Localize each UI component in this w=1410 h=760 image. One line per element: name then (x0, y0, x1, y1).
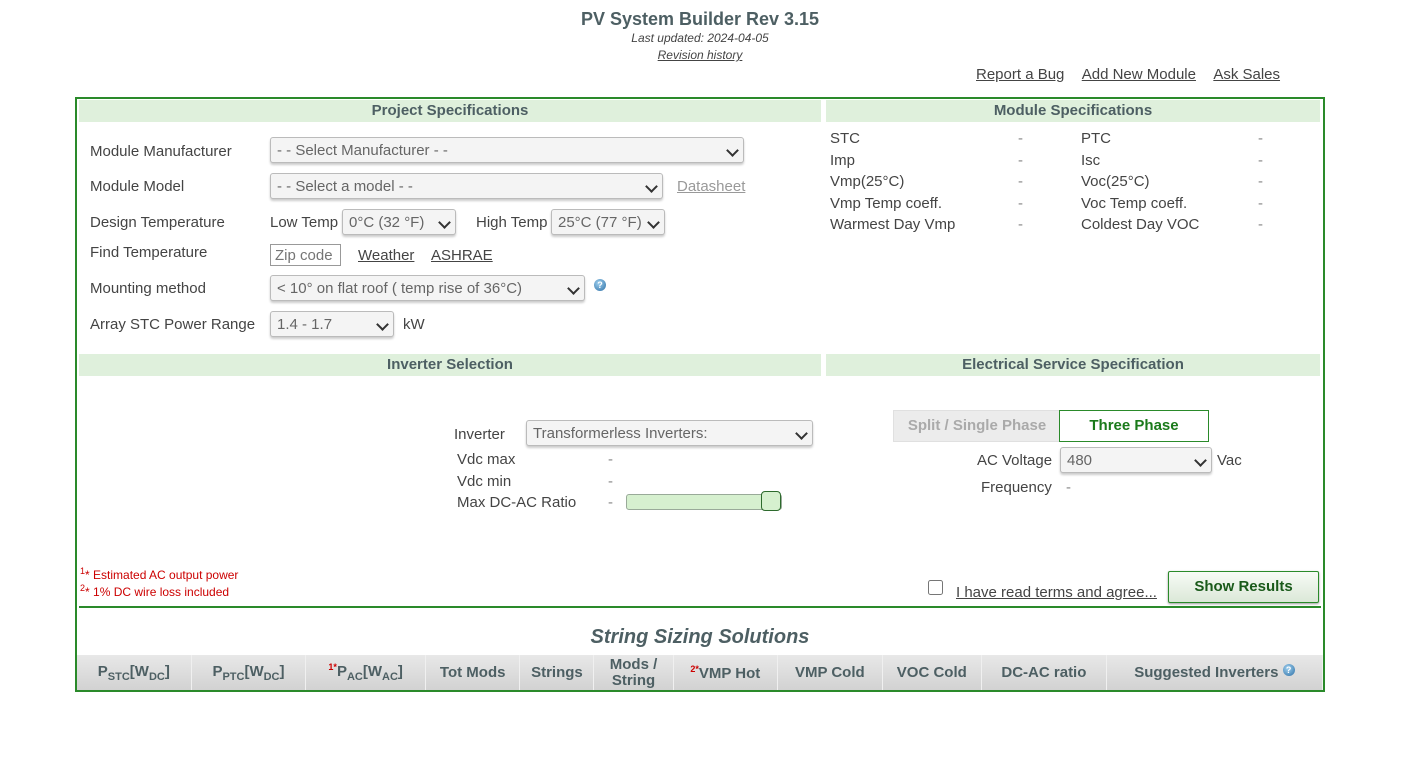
manufacturer-value: - - Select Manufacturer - - (277, 142, 448, 159)
note-2: 2* 1% DC wire loss included (80, 583, 230, 599)
spec-vmp-coeff: Vmp Temp coeff. - (830, 195, 1023, 212)
col-strings[interactable]: Strings (519, 655, 595, 690)
col-tot-mods[interactable]: Tot Mods (425, 655, 521, 690)
frequency-value: - (1066, 479, 1071, 496)
inverter-title: Inverter Selection (79, 354, 821, 376)
note-1: 1* Estimated AC output power (80, 566, 239, 582)
spec-warmest-vmp: Warmest Day Vmp - (830, 216, 1023, 233)
frequency-label: Frequency (981, 479, 1052, 496)
datasheet-link[interactable]: Datasheet (677, 178, 745, 195)
vdc-min-label: Vdc min (457, 473, 512, 490)
inverter-value: Transformerless Inverters: (533, 425, 708, 442)
mounting-value: < 10° on flat roof ( temp rise of 36°C) (277, 280, 523, 297)
terms-link[interactable]: I have read terms and agree... (956, 584, 1157, 601)
col-mods-string[interactable]: Mods / String (593, 655, 674, 690)
inverter-select[interactable]: Transformerless Inverters: (526, 420, 813, 446)
high-temp-label: High Temp (476, 214, 548, 231)
power-range-value: 1.4 - 1.7 (277, 316, 333, 333)
chevron-down-icon (797, 421, 806, 447)
find-temp-label: Find Temperature (90, 244, 208, 261)
col-dc-ac-ratio[interactable]: DC-AC ratio (981, 655, 1107, 690)
zip-code-input[interactable] (270, 244, 341, 266)
spec-vmp: Vmp(25°C) - (830, 173, 1023, 190)
results-table-header: PSTC[WDC] PPTC[WDC] 1*PAC[WAC] Tot Mods … (77, 655, 1324, 690)
revision-history-wrap: Revision history (0, 48, 1400, 62)
spec-stc: STC - (830, 130, 1023, 147)
vdc-max-label: Vdc max (457, 451, 516, 468)
model-label: Module Model (90, 178, 185, 195)
model-value: - - Select a model - - (277, 178, 413, 195)
ashrae-link[interactable]: ASHRAE (431, 247, 493, 264)
chevron-down-icon (440, 210, 449, 236)
chevron-down-icon (569, 276, 578, 302)
spec-isc: Isc - (1081, 152, 1263, 169)
model-select[interactable]: - - Select a model - - (270, 173, 663, 199)
low-temp-label: Low Temp (270, 214, 339, 231)
low-temp-value: 0°C (32 °F) (349, 214, 425, 231)
col-vmp-cold[interactable]: VMP Cold (777, 655, 883, 690)
chevron-down-icon (647, 174, 656, 200)
weather-link[interactable]: Weather (358, 247, 414, 264)
top-links: Report a Bug Add New Module Ask Sales (976, 66, 1294, 83)
project-title: Project Specifications (79, 100, 821, 122)
ratio-slider-handle[interactable] (761, 491, 781, 511)
inverter-panel: Inverter Selection (79, 354, 821, 556)
spec-voc-coeff: Voc Temp coeff. - (1081, 195, 1263, 212)
col-pac[interactable]: 1*PAC[WAC] (305, 655, 427, 690)
mounting-label: Mounting method (90, 280, 206, 297)
module-title: Module Specifications (826, 100, 1320, 122)
chevron-down-icon (728, 138, 737, 164)
terms-checkbox[interactable] (928, 580, 943, 595)
manufacturer-select[interactable]: - - Select Manufacturer - - (270, 137, 744, 163)
col-suggested-inverters[interactable]: Suggested Inverters ? (1106, 655, 1324, 690)
spec-voc: Voc(25°C) - (1081, 173, 1263, 190)
spec-coldest-voc: Coldest Day VOC - (1081, 216, 1263, 233)
col-voc-cold[interactable]: VOC Cold (882, 655, 983, 690)
inverter-label: Inverter (454, 426, 505, 443)
col-pptc[interactable]: PPTC[WDC] (191, 655, 307, 690)
power-range-select[interactable]: 1.4 - 1.7 (270, 311, 394, 337)
power-unit: kW (403, 316, 425, 333)
low-temp-select[interactable]: 0°C (32 °F) (342, 209, 456, 235)
divider (79, 606, 1321, 608)
manufacturer-label: Module Manufacturer (90, 143, 232, 160)
ac-voltage-select[interactable]: 480 (1060, 447, 1212, 473)
chevron-down-icon (378, 312, 387, 338)
ratio-slider-track[interactable] (626, 494, 782, 510)
three-phase-button[interactable]: Three Phase (1059, 410, 1209, 442)
ac-unit: Vac (1217, 452, 1242, 469)
power-range-label: Array STC Power Range (90, 316, 256, 333)
ratio-value: - (608, 494, 613, 511)
design-temp-label: Design Temperature (90, 214, 225, 231)
split-phase-button[interactable]: Split / Single Phase (893, 410, 1061, 442)
chevron-down-icon (1196, 448, 1205, 474)
ratio-label: Max DC-AC Ratio (457, 494, 577, 511)
ac-voltage-label: AC Voltage (977, 452, 1053, 469)
help-icon[interactable]: ? (594, 279, 606, 291)
help-icon[interactable]: ? (1282, 664, 1295, 676)
spec-imp: Imp - (830, 152, 1023, 169)
mounting-select[interactable]: < 10° on flat roof ( temp rise of 36°C) (270, 275, 585, 301)
page-title: PV System Builder Rev 3.15 (580, 9, 820, 29)
vdc-min-value: - (608, 473, 613, 490)
ask-sales-link[interactable]: Ask Sales (1213, 66, 1280, 83)
spec-ptc: PTC - (1081, 130, 1263, 147)
vdc-max-value: - (608, 451, 613, 468)
chevron-down-icon (649, 210, 658, 236)
ac-voltage-value: 480 (1067, 452, 1093, 469)
high-temp-value: 25°C (77 °F) (558, 214, 642, 231)
add-module-link[interactable]: Add New Module (1082, 66, 1196, 83)
last-updated: Last updated: 2024-04-05 (631, 31, 769, 45)
electrical-title: Electrical Service Specification (826, 354, 1320, 376)
col-pstc[interactable]: PSTC[WDC] (77, 655, 192, 690)
results-title: String Sizing Solutions (590, 626, 810, 648)
revision-history-link[interactable]: Revision history (658, 48, 743, 62)
show-results-button[interactable]: Show Results (1168, 571, 1319, 603)
report-bug-link[interactable]: Report a Bug (976, 66, 1064, 83)
high-temp-select[interactable]: 25°C (77 °F) (551, 209, 665, 235)
col-vmp-hot[interactable]: 2*VMP Hot (673, 655, 779, 690)
